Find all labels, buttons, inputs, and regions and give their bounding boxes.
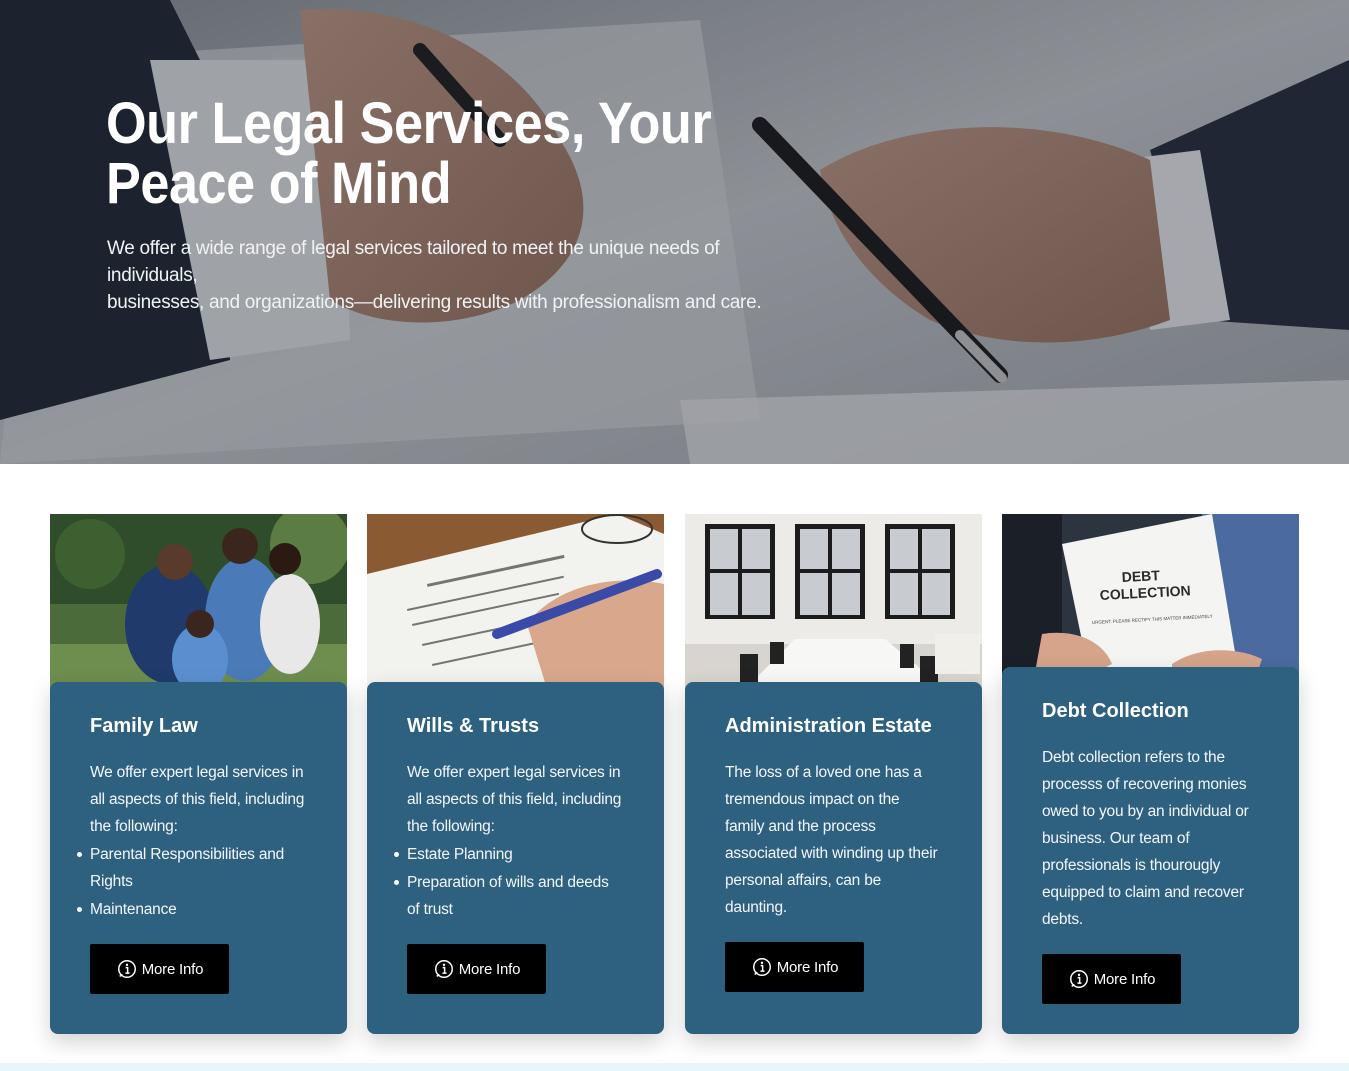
card-title: Family Law	[90, 715, 198, 737]
list-item: Preparation of wills and deeds of trust	[394, 869, 624, 923]
hero-title-line1: Our Legal Services, Your	[106, 91, 712, 156]
info-icon	[752, 958, 771, 976]
list-item: Parental Responsibilities and Rights	[77, 841, 307, 895]
card-image-boardroom	[685, 514, 982, 689]
card-panel: Wills & Trusts We offer expert legal ser…	[367, 682, 664, 1034]
card-list: Parental Responsibilities and Rights Mai…	[77, 841, 307, 923]
info-icon	[117, 960, 136, 978]
card-description: The loss of a loved one has a tremendous…	[725, 764, 938, 916]
service-card-family-law: Family Law We offer expert legal service…	[50, 514, 347, 1034]
card-description: We offer expert legal services in all as…	[407, 764, 622, 835]
more-info-button[interactable]: More Info	[90, 944, 229, 994]
debt-letter-photo: DEBT COLLECTION URGENT: PLEASE RECTIFY T…	[1002, 514, 1299, 689]
card-image-debt: DEBT COLLECTION URGENT: PLEASE RECTIFY T…	[1002, 514, 1299, 689]
hero-subtitle-line2: businesses, and organizations—delivering…	[107, 292, 762, 313]
card-description: Debt collection refers to the processs o…	[1042, 749, 1249, 928]
more-info-button[interactable]: More Info	[407, 944, 546, 994]
card-list: Estate Planning Preparation of wills and…	[394, 841, 624, 923]
services-cards: Family Law We offer expert legal service…	[50, 514, 1299, 1034]
card-image-family	[50, 514, 347, 689]
card-panel: Administration Estate The loss of a love…	[685, 682, 982, 1034]
hero-title: Our Legal Services, Your Peace of Mind	[106, 94, 754, 214]
hero-section: Our Legal Services, Your Peace of Mind W…	[0, 0, 1349, 464]
card-image-wills	[367, 514, 664, 689]
bottom-strip	[0, 1063, 1349, 1071]
hero-title-line2: Peace of Mind	[106, 151, 452, 216]
card-panel: Family Law We offer expert legal service…	[50, 682, 347, 1034]
more-info-button[interactable]: More Info	[725, 942, 864, 992]
hero-overlay	[0, 0, 1349, 464]
more-info-button[interactable]: More Info	[1042, 954, 1181, 1004]
family-photo	[50, 514, 347, 689]
button-label: More Info	[141, 960, 204, 978]
hero-subtitle: We offer a wide range of legal services …	[107, 235, 807, 316]
service-card-wills-trusts: Wills & Trusts We offer expert legal ser…	[367, 514, 664, 1034]
card-description: We offer expert legal services in all as…	[90, 764, 305, 835]
card-title: Wills & Trusts	[407, 715, 540, 737]
list-item: Maintenance	[77, 896, 307, 923]
button-label: More Info	[776, 958, 839, 976]
card-panel: Debt Collection Debt collection refers t…	[1002, 667, 1299, 1034]
boardroom-photo	[685, 514, 982, 689]
hero-subtitle-line1: We offer a wide range of legal services …	[107, 238, 720, 286]
card-title: Debt Collection	[1042, 700, 1189, 722]
info-icon	[434, 960, 453, 978]
will-signing-photo	[367, 514, 664, 689]
info-icon	[1069, 970, 1088, 988]
button-label: More Info	[1093, 970, 1156, 988]
button-label: More Info	[458, 960, 521, 978]
service-card-administration-estate: Administration Estate The loss of a love…	[685, 514, 982, 1034]
image-text-debt: DEBT	[1121, 567, 1160, 585]
service-card-debt-collection: DEBT COLLECTION URGENT: PLEASE RECTIFY T…	[1002, 514, 1299, 1034]
card-title: Administration Estate	[725, 715, 932, 737]
list-item: Estate Planning	[394, 841, 624, 868]
